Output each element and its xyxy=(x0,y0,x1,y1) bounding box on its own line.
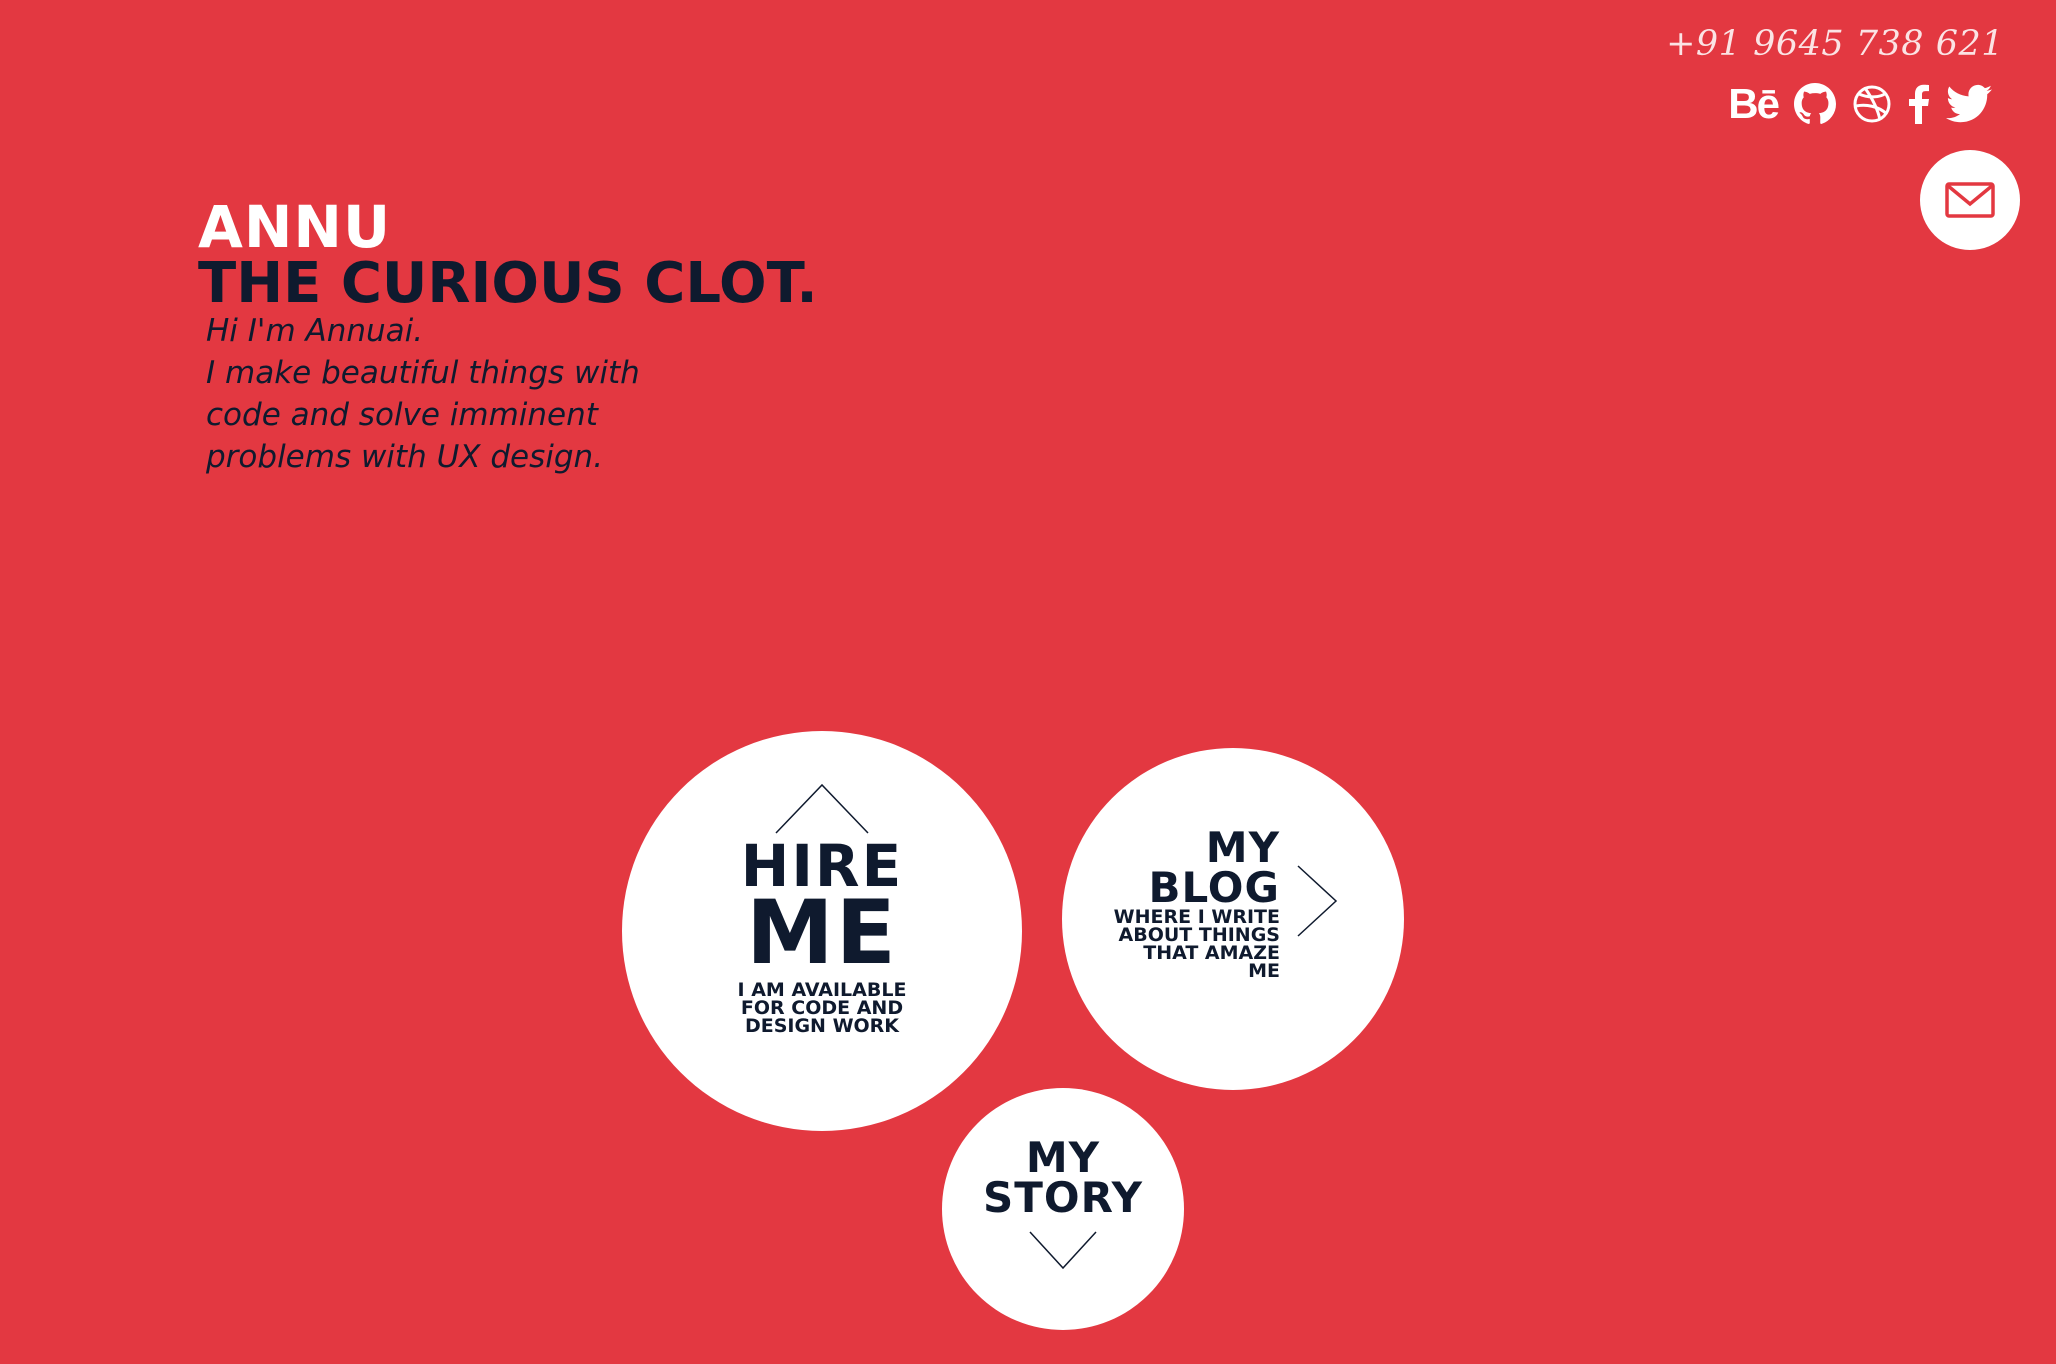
github-icon[interactable] xyxy=(1794,82,1836,126)
story-title-line-1: MY xyxy=(1025,1133,1101,1182)
social-links: Bē xyxy=(1728,82,1992,126)
chevron-up-icon xyxy=(775,783,869,834)
hire-title-line-2: ME xyxy=(746,881,898,984)
phone-number[interactable]: +91 9645 738 621 xyxy=(1666,24,2004,64)
blog-title: MY BLOG xyxy=(1148,823,1280,912)
dribbble-icon[interactable] xyxy=(1852,82,1892,126)
behance-icon[interactable]: Bē xyxy=(1728,82,1780,126)
brand-name: ANNU xyxy=(198,193,392,261)
intro-line: problems with UX design. xyxy=(206,439,604,475)
my-blog-button[interactable]: MY BLOG WHERE I WRITE ABOUT THINGS THAT … xyxy=(1062,748,1404,1090)
facebook-icon[interactable] xyxy=(1908,82,1930,126)
blog-subtitle-line: ME xyxy=(1248,960,1280,982)
hire-subtitle: I AM AVAILABLE FOR CODE AND DESIGN WORK xyxy=(622,981,1022,1037)
intro-line: Hi I'm Annuai. xyxy=(206,313,424,349)
hire-subtitle-line: DESIGN WORK xyxy=(744,1015,900,1037)
chevron-down-icon xyxy=(1029,1231,1097,1270)
intro-line: I make beautiful things with xyxy=(206,355,640,391)
intro-text: Hi I'm Annuai. I make beautiful things w… xyxy=(206,310,726,478)
blog-title-line-2: BLOG xyxy=(1148,862,1280,912)
blog-subtitle: WHERE I WRITE ABOUT THINGS THAT AMAZE ME xyxy=(1080,908,1280,982)
chevron-right-icon xyxy=(1297,865,1338,937)
story-title-line-2: STORY xyxy=(982,1172,1144,1222)
hire-me-button[interactable]: HIRE ME I AM AVAILABLE FOR CODE AND DESI… xyxy=(622,731,1022,1131)
mail-icon xyxy=(1945,182,1995,218)
brand: ANNU THE CURIOUS CLOT. xyxy=(198,198,818,312)
story-title: MY STORY xyxy=(942,1133,1184,1222)
intro-line: code and solve imminent xyxy=(206,397,598,433)
brand-tagline: THE CURIOUS CLOT. xyxy=(198,251,818,316)
my-story-button[interactable]: MY STORY xyxy=(942,1088,1184,1330)
twitter-icon[interactable] xyxy=(1946,82,1992,126)
blog-title-line-1: MY xyxy=(1205,823,1280,872)
mail-button[interactable] xyxy=(1920,150,2020,250)
